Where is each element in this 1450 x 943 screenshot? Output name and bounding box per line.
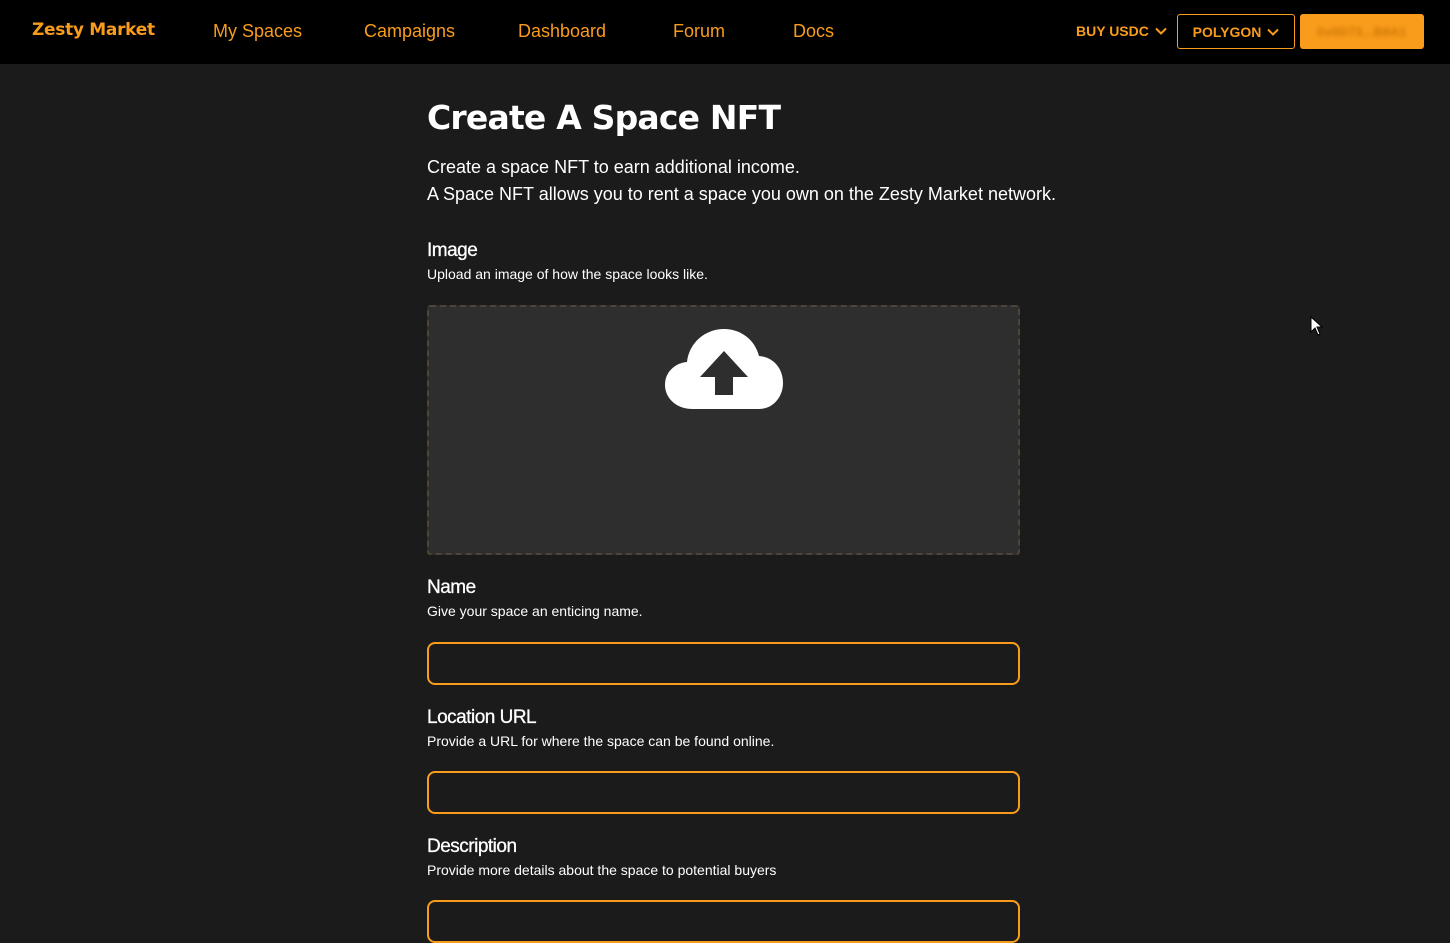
location-url-input[interactable] [427,771,1020,814]
mouse-cursor-icon [1310,316,1324,336]
intro-line-1: Create a space NFT to earn additional in… [427,157,800,177]
name-help: Give your space an enticing name. [427,603,643,619]
wallet-address: 0x0D73...B8A1 [1317,24,1407,39]
top-navbar: Zesty Market My Spaces Campaigns Dashboa… [0,0,1450,64]
description-help: Provide more details about the space to … [427,862,777,878]
page-title: Create A Space NFT [427,98,781,137]
buy-usdc-dropdown[interactable]: BUY USDC [1076,23,1167,39]
description-label: Description [427,836,517,857]
page-intro: Create a space NFT to earn additional in… [427,154,1056,208]
image-upload-dropzone[interactable] [427,305,1020,555]
wallet-address-button[interactable]: 0x0D73...B8A1 [1300,14,1424,49]
nav-campaigns[interactable]: Campaigns [364,21,455,42]
intro-line-2: A Space NFT allows you to rent a space y… [427,184,1056,204]
buy-usdc-label: BUY USDC [1076,23,1149,39]
nav-my-spaces[interactable]: My Spaces [213,21,302,42]
location-url-label: Location URL [427,707,537,728]
chevron-down-icon [1267,28,1280,36]
chevron-down-icon [1155,27,1167,35]
nav-dashboard[interactable]: Dashboard [518,21,606,42]
description-input[interactable] [427,900,1020,943]
brand-logo[interactable]: Zesty Market [32,20,155,40]
network-selector-button[interactable]: POLYGON [1177,14,1295,49]
name-label: Name [427,577,476,598]
nav-docs[interactable]: Docs [793,21,834,42]
name-input[interactable] [427,642,1020,685]
image-label: Image [427,240,478,261]
network-label: POLYGON [1192,23,1262,40]
location-url-help: Provide a URL for where the space can be… [427,733,775,749]
cloud-upload-icon [665,329,783,409]
nav-forum[interactable]: Forum [673,21,725,42]
image-help: Upload an image of how the space looks l… [427,266,708,282]
